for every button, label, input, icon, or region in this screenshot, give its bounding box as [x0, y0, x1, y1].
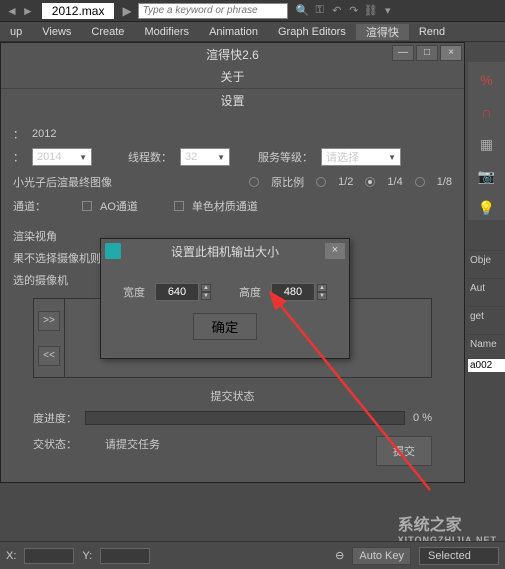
menu-render[interactable]: 渲得快 — [356, 24, 409, 40]
modal-close-button[interactable]: × — [325, 243, 345, 259]
ratio-original-label: 原比例 — [271, 174, 304, 190]
ratio-quarter-label: 1/4 — [387, 176, 402, 188]
play-icon[interactable]: ▶ — [120, 4, 133, 18]
right-command-panel: % ∩ ▦ 📷 💡 — [468, 62, 505, 220]
redo-icon[interactable]: ↷ — [347, 4, 361, 17]
submit-status-header: 提交状态 — [33, 388, 432, 404]
material-label: 单色材质通道 — [192, 198, 258, 214]
dialog-titlebar: 渲得快2.6 — □ × — [1, 43, 464, 65]
ok-button[interactable]: 确定 — [193, 313, 258, 340]
ratio-quarter-radio[interactable] — [365, 177, 375, 187]
status-bar: X: Y: ⊖ Auto Key Selected — [0, 541, 505, 569]
ratio-half-radio[interactable] — [316, 177, 326, 187]
close-button[interactable]: × — [440, 45, 462, 61]
menu-modifiers[interactable]: Modifiers — [134, 26, 199, 38]
menu-rend[interactable]: Rend — [409, 26, 455, 38]
submit-button[interactable]: 提交 — [376, 436, 432, 466]
magnet-icon[interactable]: ∩ — [475, 100, 499, 124]
y-label: Y: — [82, 550, 92, 562]
dialog-title: 渲得快2.6 — [206, 46, 259, 63]
link-icon[interactable]: ⛓ — [364, 4, 378, 17]
menu-views[interactable]: Views — [32, 26, 81, 38]
ao-label: AO通道 — [100, 198, 138, 214]
ratio-original-radio[interactable] — [249, 177, 259, 187]
menu-group[interactable]: up — [0, 26, 32, 38]
final-image-label: 小光子后渲最终图像 — [13, 174, 112, 190]
x-label: X: — [6, 550, 16, 562]
watermark: 系统之家 XITONGZHIJIA.NET — [398, 511, 497, 545]
app-icon — [105, 243, 121, 259]
light-icon[interactable]: 💡 — [475, 196, 499, 220]
nav-fwd-icon[interactable]: ► — [20, 4, 36, 18]
ao-checkbox[interactable] — [82, 201, 92, 211]
progress-percent: 0 % — [413, 412, 432, 424]
width-down-icon[interactable]: ▼ — [201, 292, 211, 300]
undo-icon[interactable]: ↶ — [330, 4, 344, 17]
status-label: 交状态： — [33, 436, 77, 452]
tab-object[interactable]: Obje — [468, 250, 505, 270]
width-spinner[interactable]: ▲▼ — [155, 283, 211, 301]
y-input[interactable] — [100, 548, 150, 564]
camera-next-button[interactable]: >> — [38, 311, 60, 331]
plugin-dropdown[interactable]: 2014▼ — [32, 148, 92, 166]
width-input[interactable] — [155, 283, 199, 301]
output-size-dialog: 设置此相机输出大小 × 宽度 ▲▼ 高度 ▲▼ 确定 — [100, 238, 350, 359]
key-icon[interactable]: ⚿ — [313, 4, 327, 17]
percent-icon[interactable]: % — [475, 68, 499, 92]
tab-name: Name — [468, 334, 505, 354]
binoculars-icon[interactable]: 🔍 — [296, 4, 310, 17]
tool-icon-1[interactable]: ▦ — [475, 132, 499, 156]
modal-titlebar: 设置此相机输出大小 × — [101, 239, 349, 263]
about-header[interactable]: 关于 — [1, 65, 464, 89]
menu-graph-editors[interactable]: Graph Editors — [268, 26, 356, 38]
material-checkbox[interactable] — [174, 201, 184, 211]
search-input[interactable] — [138, 3, 288, 19]
maximize-button[interactable]: □ — [416, 45, 438, 61]
tab-aut[interactable]: Aut — [468, 278, 505, 298]
minimize-button[interactable]: — — [392, 45, 414, 61]
threads-label: 线程数： — [128, 149, 172, 165]
ratio-eighth-radio[interactable] — [415, 177, 425, 187]
service-label: 服务等级： — [258, 149, 313, 165]
ratio-half-label: 1/2 — [338, 176, 353, 188]
menubar: up Views Create Modifiers Animation Grap… — [0, 22, 505, 42]
auto-key-button[interactable]: Auto Key — [352, 547, 411, 565]
progress-bar — [85, 411, 405, 425]
width-label: 宽度 — [123, 284, 145, 300]
dropdown-icon[interactable]: ▾ — [381, 4, 395, 17]
settings-header[interactable]: 设置 — [1, 89, 464, 112]
tab-a002: a002 — [468, 358, 505, 372]
right-rollout: Obje Aut get Name a002 — [468, 250, 505, 372]
ratio-eighth-label: 1/8 — [437, 176, 452, 188]
camera-prev-button[interactable]: << — [38, 346, 60, 366]
year-value: 2012 — [32, 128, 56, 140]
toolbar-icons: 🔍 ⚿ ↶ ↷ ⛓ ▾ — [296, 4, 395, 17]
progress-label: 度进度： — [33, 410, 77, 426]
filename-badge: 2012.max — [42, 3, 115, 19]
menu-create[interactable]: Create — [81, 26, 134, 38]
service-dropdown[interactable]: 请选择▼ — [321, 148, 401, 166]
key-icon2[interactable]: ⊖ — [335, 549, 344, 562]
height-up-icon[interactable]: ▲ — [317, 284, 327, 292]
nav-back-icon[interactable]: ◄ — [4, 4, 20, 18]
height-spinner[interactable]: ▲▼ — [271, 283, 327, 301]
menu-animation[interactable]: Animation — [199, 26, 268, 38]
x-input[interactable] — [24, 548, 74, 564]
top-toolbar: ◄ ► 2012.max ▶ 🔍 ⚿ ↶ ↷ ⛓ ▾ — [0, 0, 505, 22]
tab-get[interactable]: get — [468, 306, 505, 326]
modal-title-text: 设置此相机输出大小 — [171, 243, 279, 260]
selection-filter[interactable]: Selected — [419, 547, 499, 565]
height-label: 高度 — [239, 284, 261, 300]
height-down-icon[interactable]: ▼ — [317, 292, 327, 300]
width-up-icon[interactable]: ▲ — [201, 284, 211, 292]
channel-label: 通道： — [13, 198, 46, 214]
status-value: 请提交任务 — [105, 436, 160, 452]
threads-dropdown[interactable]: 32▼ — [180, 148, 230, 166]
height-input[interactable] — [271, 283, 315, 301]
camera-icon[interactable]: 📷 — [475, 164, 499, 188]
